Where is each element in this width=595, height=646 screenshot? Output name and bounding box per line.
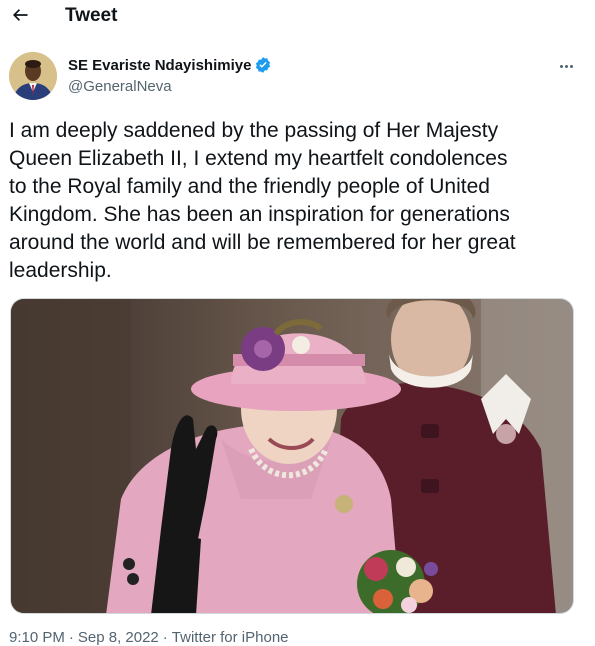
dot xyxy=(564,64,568,68)
page-title: Tweet xyxy=(65,5,118,26)
dot xyxy=(559,64,563,68)
display-name[interactable]: SE Evariste Ndayishimiye xyxy=(68,57,251,74)
verified-badge-icon xyxy=(256,57,271,73)
tweet-header: Tweet xyxy=(0,0,595,32)
photo-image xyxy=(11,299,573,613)
tweet-text: I am deeply saddened by the passing of H… xyxy=(9,119,516,282)
avatar[interactable] xyxy=(9,52,57,100)
name-row: SE Evariste Ndayishimiye xyxy=(68,56,272,74)
tweet-media-photo[interactable] xyxy=(10,298,574,614)
arrow-left-icon xyxy=(13,9,28,21)
dot xyxy=(569,64,573,68)
back-button[interactable] xyxy=(8,3,32,27)
tweet-author: SE Evariste Ndayishimiye @GeneralNeva xyxy=(9,52,573,102)
user-handle[interactable]: @GeneralNeva xyxy=(68,78,172,95)
more-options-button[interactable] xyxy=(554,56,578,76)
